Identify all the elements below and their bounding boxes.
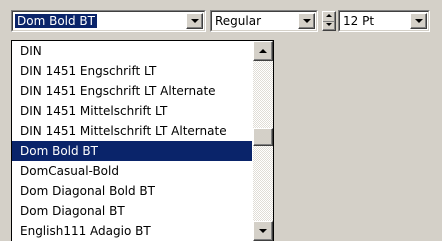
font-size-spinner[interactable]: [322, 11, 336, 31]
font-list-item[interactable]: DIN 1451 Mittelschrift LT Alternate: [12, 121, 252, 141]
scroll-down-arrow-icon: [259, 229, 267, 233]
chevron-down-icon: [302, 19, 311, 23]
font-size-combobox[interactable]: 12 Pt: [338, 10, 430, 32]
vertical-scrollbar[interactable]: [253, 41, 273, 241]
font-list-item[interactable]: Dom Diagonal Bold BT: [12, 181, 252, 201]
scroll-up-button[interactable]: [253, 41, 273, 61]
font-style-combobox[interactable]: Regular: [210, 10, 318, 32]
font-size-dropdown-button[interactable]: [410, 13, 427, 29]
font-size-value: 12 Pt: [343, 14, 375, 28]
scroll-thumb[interactable]: [253, 128, 273, 146]
font-list-item[interactable]: DIN: [12, 41, 252, 61]
font-list-item[interactable]: DomCasual-Bold: [12, 161, 252, 181]
font-name-dropdown-button[interactable]: [186, 13, 203, 29]
font-list-item[interactable]: Dom Diagonal BT: [12, 201, 252, 221]
font-name-value-area: Dom Bold BT: [15, 13, 97, 29]
chevron-down-icon: [414, 19, 423, 23]
font-list-item[interactable]: English111 Adagio BT: [12, 221, 252, 241]
font-name-combobox[interactable]: Dom Bold BT: [11, 10, 206, 32]
spin-down-icon: [326, 23, 332, 26]
scroll-up-arrow-icon: [259, 49, 267, 53]
spin-up-icon: [326, 14, 332, 17]
font-style-dropdown-button[interactable]: [298, 13, 315, 29]
chevron-down-icon: [190, 19, 199, 23]
font-list-item[interactable]: DIN 1451 Engschrift LT Alternate: [12, 81, 252, 101]
font-list-item-selected[interactable]: Dom Bold BT: [12, 141, 252, 161]
font-style-value: Regular: [215, 14, 262, 28]
scroll-down-button[interactable]: [253, 221, 273, 241]
font-list-item[interactable]: DIN 1451 Mittelschrift LT: [12, 101, 252, 121]
spin-down-button[interactable]: [323, 21, 335, 30]
font-list-item[interactable]: DIN 1451 Engschrift LT: [12, 61, 252, 81]
font-name-value: Dom Bold BT: [15, 14, 97, 28]
font-name-dropdown-list[interactable]: DIN DIN 1451 Engschrift LT DIN 1451 Engs…: [11, 40, 274, 241]
